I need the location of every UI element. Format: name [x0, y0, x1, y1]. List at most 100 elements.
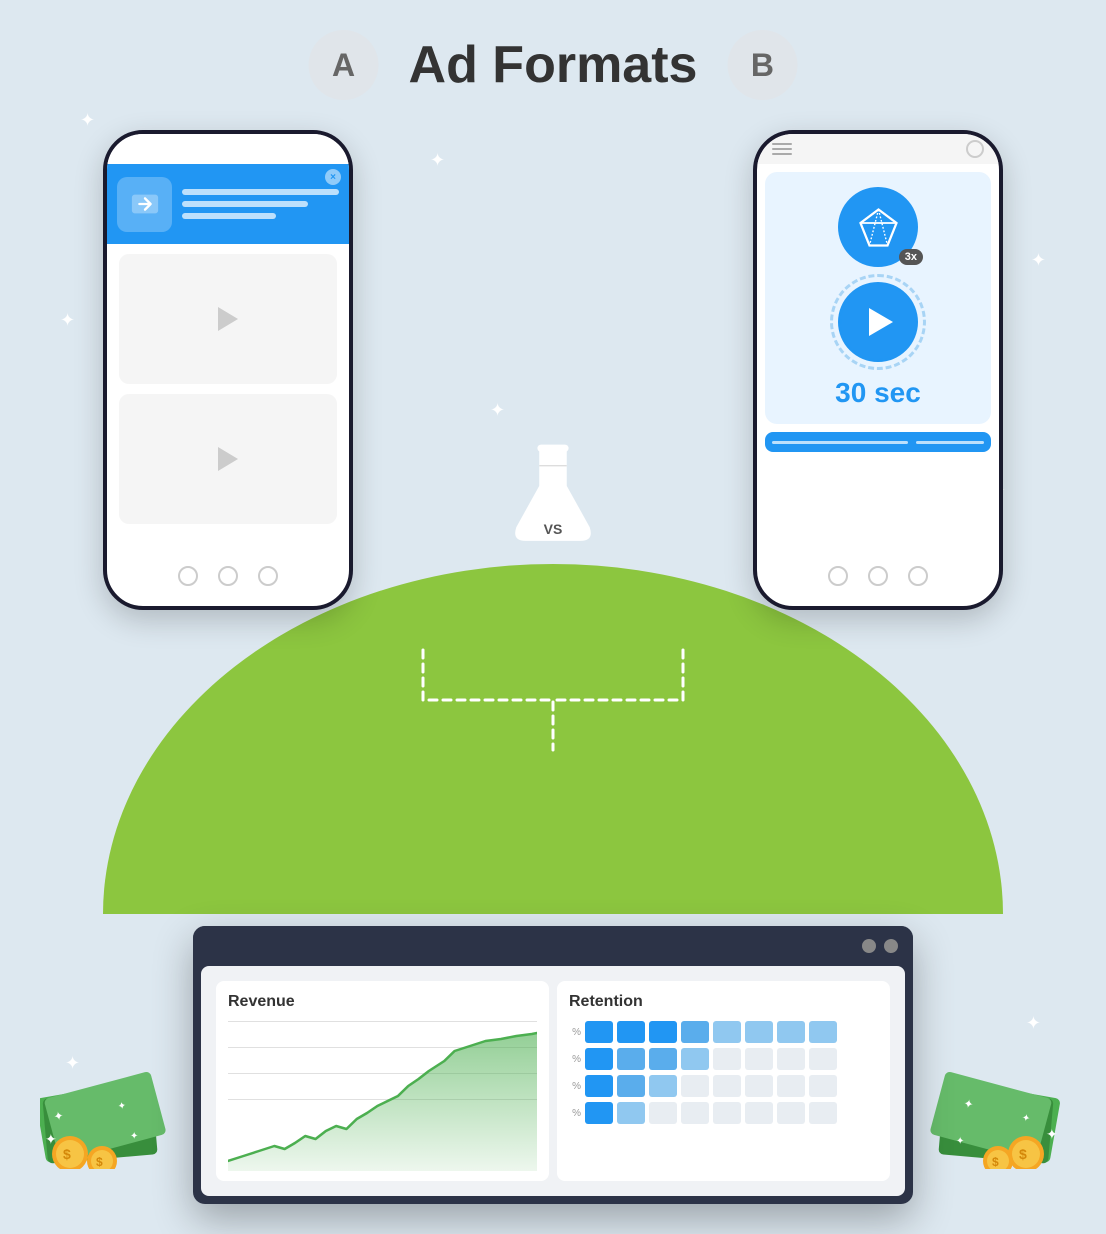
diamond-icon: [856, 205, 901, 250]
retention-title: Retention: [569, 993, 878, 1011]
sparkle-star: ✦: [1031, 250, 1046, 271]
phone-b-reward-content: 3x 30 sec: [765, 172, 991, 424]
ret-cell: [745, 1048, 773, 1070]
svg-text:$: $: [992, 1155, 999, 1169]
ret-cell: [617, 1075, 645, 1097]
revenue-panel: Revenue: [216, 981, 549, 1181]
ret-cell: [649, 1102, 677, 1124]
retention-row: %: [569, 1048, 878, 1070]
ret-cell: [713, 1075, 741, 1097]
retention-row: %: [569, 1075, 878, 1097]
ret-cell: [809, 1075, 837, 1097]
svg-text:$: $: [96, 1155, 103, 1169]
vs-flask-container: VS: [508, 440, 598, 555]
play-icon: [218, 447, 238, 471]
ret-cell: [585, 1102, 613, 1124]
banner-line: [182, 189, 339, 195]
svg-text:✦: ✦: [1046, 1126, 1058, 1142]
svg-text:✦: ✦: [45, 1131, 57, 1147]
ret-cell: [745, 1102, 773, 1124]
ret-cell: [681, 1048, 709, 1070]
nav-dot: [218, 566, 238, 586]
ret-cell: [777, 1021, 805, 1043]
banner-icon: [130, 189, 160, 219]
ret-cell: [777, 1048, 805, 1070]
ret-cell: [681, 1021, 709, 1043]
sparkle-star: ✦: [80, 110, 95, 131]
phone-a-card-2: [119, 394, 337, 524]
window-dot: [884, 939, 898, 953]
ret-cell: [681, 1075, 709, 1097]
nav-dot: [908, 566, 928, 586]
banner-lines: [182, 189, 339, 219]
footer-line: [916, 441, 984, 444]
sparkle-star: ✦: [60, 310, 75, 331]
ret-percent-label: %: [569, 1027, 581, 1038]
ret-cell: [809, 1048, 837, 1070]
badge-b: B: [727, 30, 797, 100]
ret-cell: [777, 1102, 805, 1124]
footer-line: [772, 441, 908, 444]
ret-cell: [617, 1048, 645, 1070]
page-header: A Ad Formats B: [309, 30, 798, 100]
nav-dot: [828, 566, 848, 586]
retention-row: %: [569, 1102, 878, 1124]
phone-b: 3x 30 sec: [753, 130, 1003, 610]
nav-dot: [178, 566, 198, 586]
close-icon: ×: [325, 169, 341, 185]
banner-line: [182, 201, 308, 207]
ret-cell: [745, 1075, 773, 1097]
ret-cell: [585, 1075, 613, 1097]
nav-dot: [868, 566, 888, 586]
ret-cell: [713, 1048, 741, 1070]
ret-cell: [809, 1102, 837, 1124]
analytics-dashboard: Revenue: [193, 926, 913, 1204]
dashboard-content: Revenue: [201, 966, 905, 1196]
ret-cell: [585, 1048, 613, 1070]
phone-a-card-1: [119, 254, 337, 384]
play-icon: [869, 308, 893, 336]
play-circle-button: [838, 282, 918, 362]
retention-row: %: [569, 1021, 878, 1043]
ret-cell: [649, 1075, 677, 1097]
revenue-chart: [228, 1031, 537, 1171]
flask-shape: VS: [508, 440, 598, 555]
ret-cell: [745, 1021, 773, 1043]
dashed-connection-lines: [303, 640, 803, 760]
page-title: Ad Formats: [409, 35, 698, 95]
phones-container: × VS: [103, 130, 1003, 610]
chart-grid-line: [228, 1021, 537, 1022]
timer-label: 30 sec: [835, 377, 921, 409]
money-decoration-right: ✦ ✦ $ $ ✦ ✦: [926, 1049, 1066, 1174]
phone-a-bottom-nav: [107, 554, 349, 598]
ret-percent-label: %: [569, 1054, 581, 1065]
vs-label: VS: [544, 521, 563, 537]
ret-percent-label: %: [569, 1108, 581, 1119]
ret-cell: [777, 1075, 805, 1097]
ret-cell: [617, 1102, 645, 1124]
top-right-button: [966, 140, 984, 158]
ret-cell: [681, 1102, 709, 1124]
ret-cell: [585, 1021, 613, 1043]
svg-text:✦: ✦: [130, 1131, 138, 1142]
phone-b-footer: [765, 432, 991, 452]
svg-text:$: $: [1019, 1146, 1027, 1162]
phone-a-top-bar: [107, 134, 349, 164]
badge-a: A: [309, 30, 379, 100]
revenue-title: Revenue: [228, 993, 537, 1011]
retention-panel: Retention % %: [557, 981, 890, 1181]
ret-cell: [649, 1048, 677, 1070]
play-icon: [218, 307, 238, 331]
ret-cell: [617, 1021, 645, 1043]
ret-cell: [713, 1102, 741, 1124]
sparkle-star: ✦: [1026, 1013, 1041, 1034]
ret-cell: [809, 1021, 837, 1043]
ret-cell: [713, 1021, 741, 1043]
banner-line: [182, 213, 276, 219]
hamburger-icon: [772, 143, 792, 155]
dashboard-header: [193, 926, 913, 966]
phone-a: ×: [103, 130, 353, 610]
3x-badge: 3x: [899, 249, 923, 265]
money-decoration-left: ✦ ✦ $ $ ✦ ✦: [40, 1049, 180, 1174]
ret-percent-label: %: [569, 1081, 581, 1092]
